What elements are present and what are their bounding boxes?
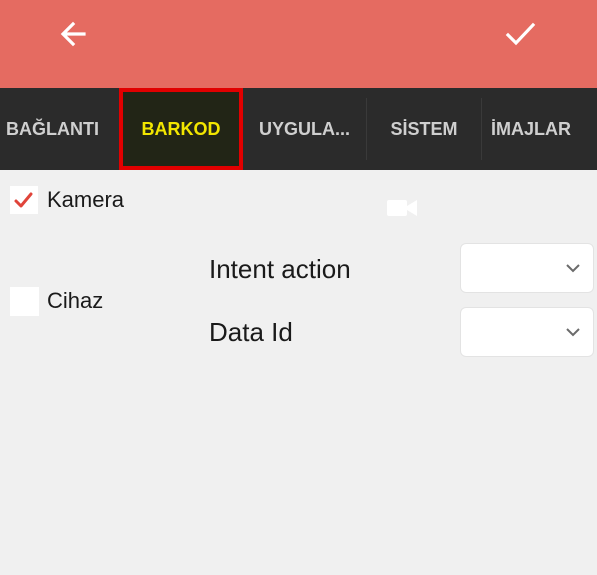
camera-label: Kamera xyxy=(47,187,125,212)
tab-uygulama[interactable]: UYGULA... xyxy=(243,88,366,170)
chevron-down-icon xyxy=(566,328,580,337)
tab-label: SİSTEM xyxy=(390,118,458,139)
data-id-select[interactable] xyxy=(460,307,594,357)
device-checkbox[interactable] xyxy=(10,287,39,316)
checkmark-icon[interactable] xyxy=(500,16,540,52)
video-camera-icon xyxy=(387,200,417,216)
tab-label: UYGULA... xyxy=(258,118,350,139)
tab-imajlar[interactable]: İMAJLAR xyxy=(482,88,597,170)
tab-bar: BAĞLANTI BARKOD UYGULA... SİSTEM İMAJLAR xyxy=(0,88,597,170)
data-id-label: Data Id xyxy=(209,317,293,347)
tab-baglanti[interactable]: BAĞLANTI xyxy=(0,88,122,170)
intent-action-label: Intent action xyxy=(209,254,351,284)
tab-label: BARKOD xyxy=(141,118,221,139)
tab-label: İMAJLAR xyxy=(491,118,571,139)
tab-sistem[interactable]: SİSTEM xyxy=(367,88,481,170)
camera-checkbox[interactable] xyxy=(10,186,38,214)
tab-label: BAĞLANTI xyxy=(6,118,99,139)
chevron-down-icon xyxy=(566,264,580,273)
app-bar xyxy=(0,0,597,88)
intent-action-select[interactable] xyxy=(460,243,594,293)
tab-barkod[interactable]: BARKOD xyxy=(119,88,243,170)
arrow-left-icon[interactable] xyxy=(56,16,92,52)
checkmark-icon xyxy=(14,192,33,208)
device-label: Cihaz xyxy=(47,288,104,313)
